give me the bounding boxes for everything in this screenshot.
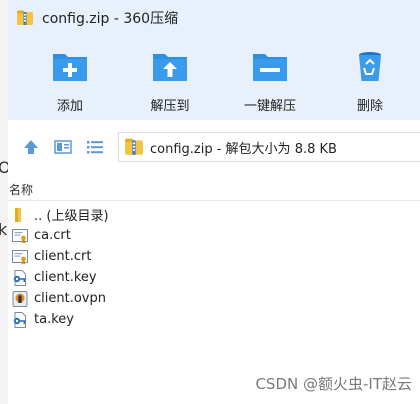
file-name: .. (上级目录) <box>34 209 109 224</box>
key-file-icon <box>11 311 29 329</box>
delete-button-label: 删除 <box>356 99 383 114</box>
folder-icon <box>11 206 29 224</box>
one-click-extract-button[interactable]: 一键解压 <box>225 46 315 114</box>
extract-folder-icon <box>153 54 187 81</box>
archive-path-text: config.zip - 解包大小为 8.8 KB <box>150 141 337 157</box>
zip-archive-icon <box>124 137 144 157</box>
one-click-extract-button-label: 一键解压 <box>243 99 296 114</box>
recycle-bin-icon <box>359 52 381 81</box>
toolbar: 添加 解压到 一键解压 删除 <box>8 36 420 121</box>
zip-archive-icon <box>16 9 34 27</box>
list-item[interactable]: client.key <box>8 267 420 288</box>
column-header-label: 名称 <box>9 182 34 197</box>
thumbnail-view-icon[interactable] <box>54 138 72 156</box>
up-arrow-icon[interactable] <box>22 138 40 156</box>
ovpn-lock-icon <box>11 290 29 308</box>
file-name: ta.key <box>34 312 74 327</box>
extract-to-button[interactable]: 解压到 <box>125 46 215 114</box>
list-view-icon[interactable] <box>86 138 104 156</box>
add-folder-icon <box>53 54 87 81</box>
file-name: client.key <box>34 270 97 285</box>
list-item[interactable]: ta.key <box>8 309 420 330</box>
file-name: client.ovpn <box>34 291 106 306</box>
add-button-label: 添加 <box>56 99 83 114</box>
add-button[interactable]: 添加 <box>25 46 115 114</box>
delete-button[interactable]: 删除 <box>325 46 415 114</box>
path-field[interactable]: config.zip - 解包大小为 8.8 KB <box>118 132 420 162</box>
one-click-extract-icon <box>253 54 287 81</box>
file-name: ca.crt <box>34 228 71 243</box>
list-item[interactable]: client.crt <box>8 246 420 267</box>
list-item-parent-directory[interactable]: .. (上级目录) <box>8 204 420 225</box>
certificate-icon <box>11 248 29 266</box>
column-header-name[interactable]: 名称 <box>8 178 420 201</box>
window-title: config.zip - 360压缩 <box>42 11 179 27</box>
title-bar: config.zip - 360压缩 <box>8 0 420 36</box>
watermark: CSDN @额火虫-IT赵云 <box>255 375 412 393</box>
certificate-icon <box>11 227 29 245</box>
address-bar: config.zip - 解包大小为 8.8 KB <box>8 120 420 172</box>
background-text-fragment: k <box>0 220 8 239</box>
archive-window: config.zip - 360压缩 添加 解压到 一键解压 删除 config… <box>8 0 420 404</box>
file-list: .. (上级目录) ca.crt client.crt client.key c… <box>8 204 420 330</box>
file-name: client.crt <box>34 249 92 264</box>
key-file-icon <box>11 269 29 287</box>
extract-to-button-label: 解压到 <box>150 99 190 114</box>
list-item[interactable]: ca.crt <box>8 225 420 246</box>
list-item[interactable]: client.ovpn <box>8 288 420 309</box>
